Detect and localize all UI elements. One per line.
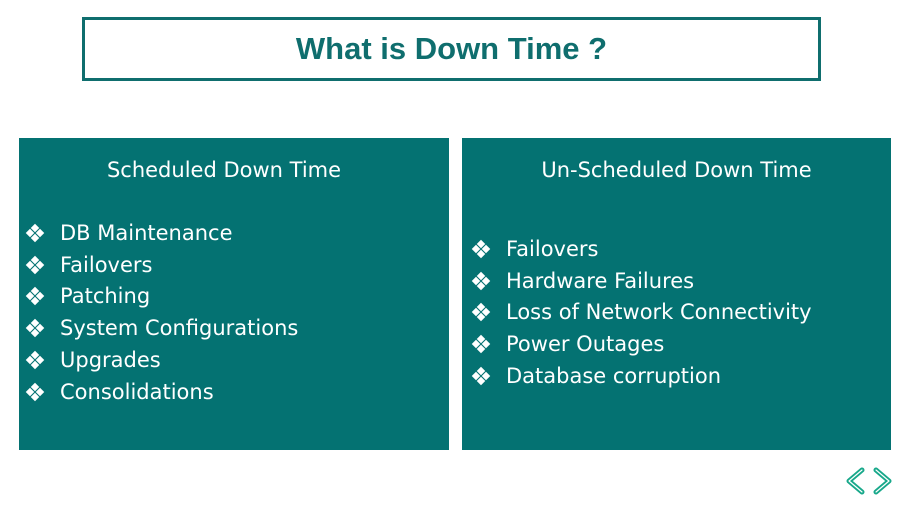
list-item: Failovers xyxy=(25,249,298,281)
diamond-bullet-icon xyxy=(25,223,45,243)
chevron-right-icon[interactable] xyxy=(873,467,892,495)
diamond-bullet-icon xyxy=(471,239,491,259)
list-item: Database corruption xyxy=(471,360,812,392)
nav-arrows xyxy=(846,467,892,495)
diamond-bullet-icon xyxy=(471,334,491,354)
list-item: Power Outages xyxy=(471,328,812,360)
diamond-bullet-icon xyxy=(25,286,45,306)
scheduled-list: DB Maintenance Failovers Patching System… xyxy=(25,217,298,408)
list-item: Loss of Network Connectivity xyxy=(471,297,812,329)
unscheduled-heading: Un-Scheduled Down Time xyxy=(541,158,812,182)
page-title: What is Down Time ? xyxy=(295,31,608,66)
list-item: System Configurations xyxy=(25,312,298,344)
list-item: DB Maintenance xyxy=(25,217,298,249)
title-box: What is Down Time ? xyxy=(82,17,821,81)
list-item: Failovers xyxy=(471,233,812,265)
list-item-label: Hardware Failures xyxy=(506,268,695,293)
list-item-label: Failovers xyxy=(506,236,599,261)
list-item-label: Failovers xyxy=(60,252,153,277)
diamond-bullet-icon xyxy=(25,350,45,370)
list-item-label: System Configurations xyxy=(60,316,299,341)
list-item: Upgrades xyxy=(25,344,298,376)
diamond-bullet-icon xyxy=(25,255,45,275)
unscheduled-panel: Un-Scheduled Down Time Failovers Hardwar… xyxy=(462,138,891,450)
list-item-label: Power Outages xyxy=(506,332,665,357)
unscheduled-list: Failovers Hardware Failures Loss of Netw… xyxy=(471,233,812,392)
list-item-label: Patching xyxy=(60,284,151,309)
list-item: Patching xyxy=(25,281,298,313)
list-item-label: Database corruption xyxy=(506,364,722,389)
diamond-bullet-icon xyxy=(471,271,491,291)
list-item: Consolidations xyxy=(25,376,298,408)
diamond-bullet-icon xyxy=(25,382,45,402)
diamond-bullet-icon xyxy=(25,318,45,338)
list-item-label: Upgrades xyxy=(60,348,161,373)
scheduled-panel: Scheduled Down Time DB Maintenance Failo… xyxy=(19,138,449,450)
list-item: Hardware Failures xyxy=(471,265,812,297)
list-item-label: DB Maintenance xyxy=(60,220,233,245)
diamond-bullet-icon xyxy=(471,302,491,322)
chevron-left-icon[interactable] xyxy=(846,467,865,495)
list-item-label: Loss of Network Connectivity xyxy=(506,300,812,325)
diamond-bullet-icon xyxy=(471,366,491,386)
list-item-label: Consolidations xyxy=(60,379,214,404)
scheduled-heading: Scheduled Down Time xyxy=(106,158,342,182)
